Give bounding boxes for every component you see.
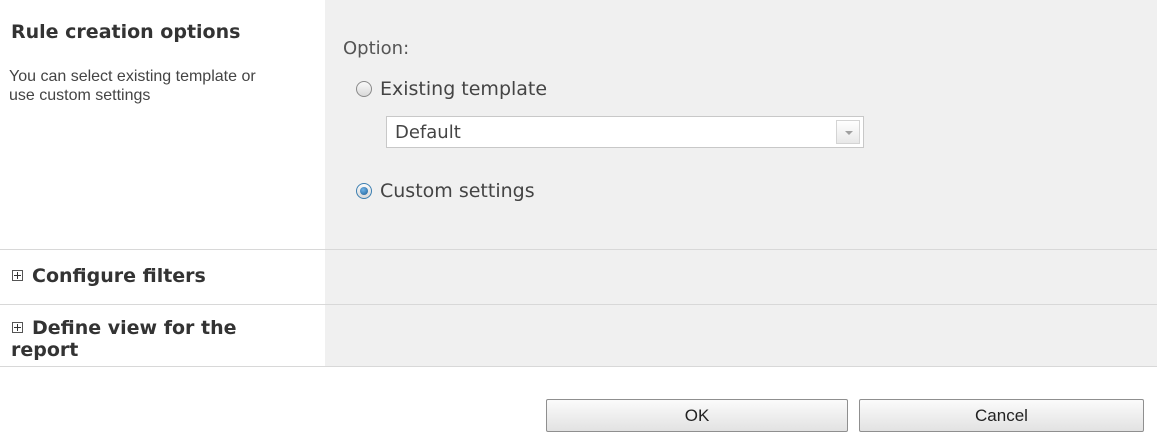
expand-plus-icon[interactable] bbox=[12, 322, 23, 333]
rule-creation-description-panel: Rule creation options You can select exi… bbox=[0, 0, 325, 249]
cancel-button[interactable]: Cancel bbox=[859, 399, 1144, 432]
configure-filters-header-panel: Configure filters bbox=[0, 250, 325, 304]
existing-template-radio[interactable] bbox=[356, 81, 372, 97]
custom-settings-label: Custom settings bbox=[380, 180, 535, 202]
template-select-value: Default bbox=[395, 122, 461, 143]
rule-creation-description: You can select existing template or use … bbox=[9, 68, 256, 104]
configure-filters-section: Configure filters bbox=[0, 250, 1157, 305]
template-select[interactable]: Default bbox=[386, 116, 864, 148]
rule-creation-section: Rule creation options You can select exi… bbox=[0, 0, 1157, 250]
existing-template-label: Existing template bbox=[380, 78, 548, 100]
expand-plus-icon[interactable] bbox=[12, 270, 23, 281]
option-label: Option: bbox=[343, 38, 410, 59]
existing-template-option[interactable]: Existing template bbox=[356, 78, 547, 100]
custom-settings-option[interactable]: Custom settings bbox=[356, 180, 535, 202]
configure-filters-panel bbox=[325, 250, 1157, 304]
ok-button[interactable]: OK bbox=[546, 399, 848, 432]
define-view-section: Define view for the report bbox=[0, 305, 1157, 367]
define-view-panel bbox=[325, 305, 1157, 366]
rule-creation-title: Rule creation options bbox=[11, 21, 241, 43]
define-view-title: Define view for the report bbox=[11, 317, 237, 361]
chevron-down-icon[interactable] bbox=[836, 120, 860, 144]
define-view-toggle[interactable]: Define view for the report bbox=[11, 317, 301, 361]
rule-dialog: Rule creation options You can select exi… bbox=[0, 0, 1157, 436]
configure-filters-toggle[interactable]: Configure filters bbox=[11, 265, 301, 287]
define-view-header-panel: Define view for the report bbox=[0, 305, 325, 366]
custom-settings-radio[interactable] bbox=[356, 183, 372, 199]
configure-filters-title: Configure filters bbox=[32, 265, 206, 287]
